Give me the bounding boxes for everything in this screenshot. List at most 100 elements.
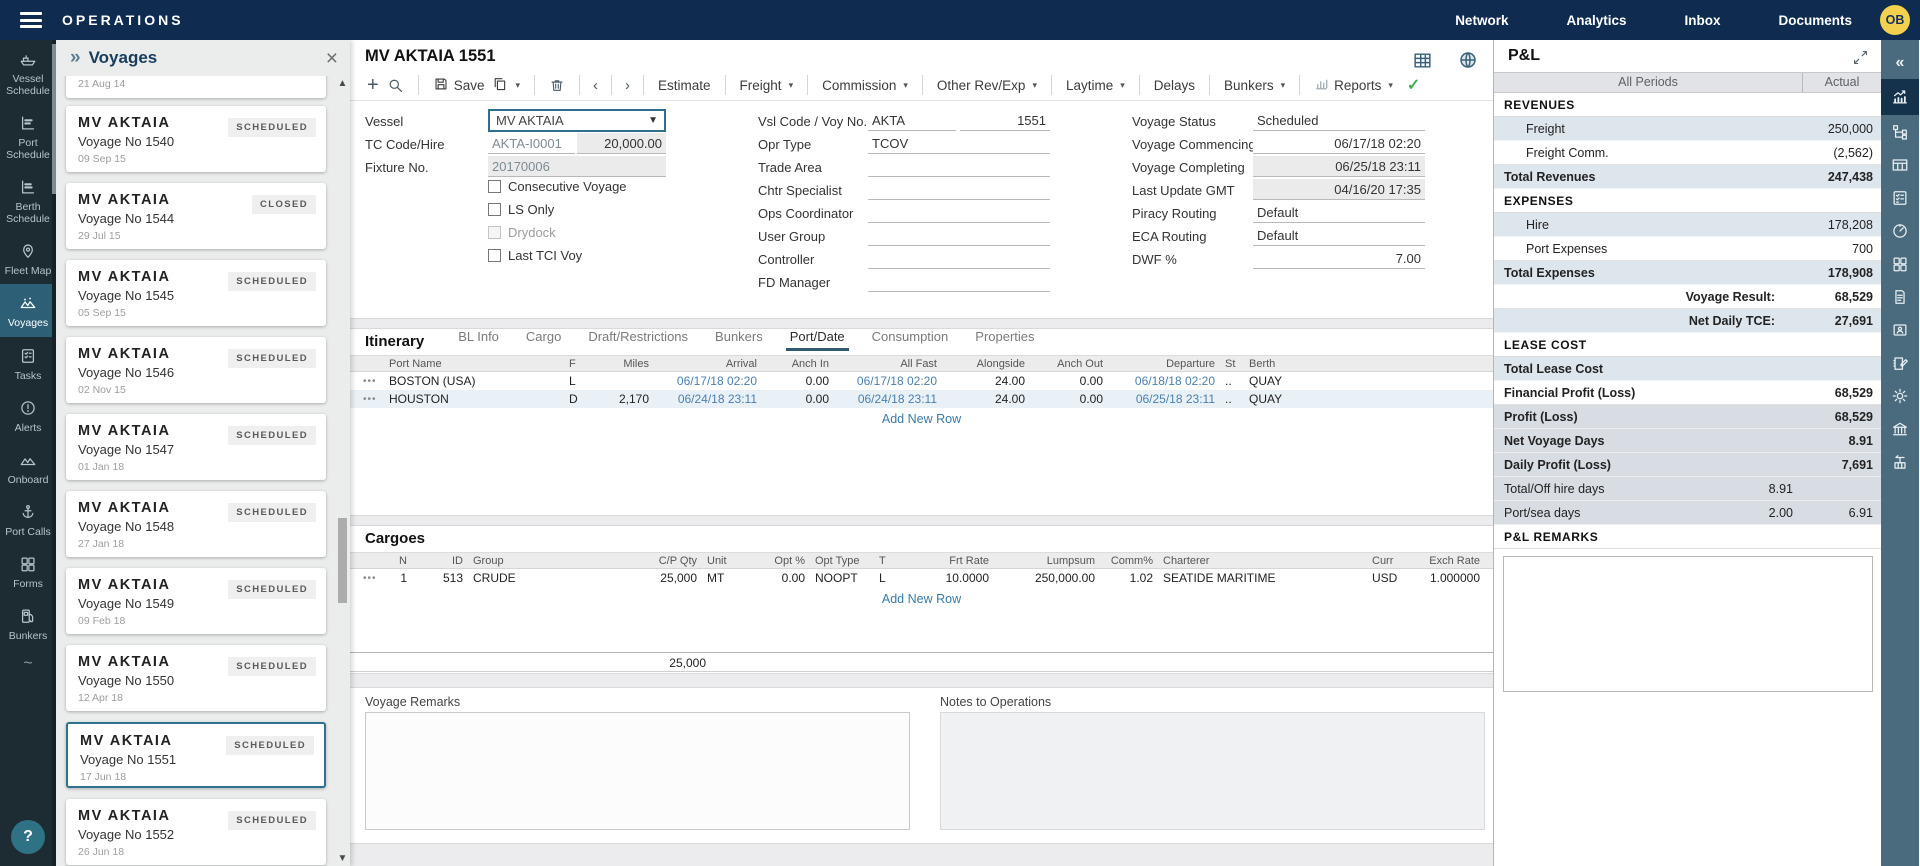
checkbox-last-tci-voy[interactable]: Last TCI Voy bbox=[488, 248, 582, 263]
cell-lumpsum[interactable]: 250,000.00 bbox=[994, 571, 1100, 585]
voyage-card[interactable]: MV AKTAIAVoyage No 154009 Sep 15SCHEDULE… bbox=[66, 106, 326, 172]
cargo-row[interactable]: •••1513CRUDE25,000MT0.00NOOPTL10.0000250… bbox=[350, 569, 1493, 587]
itinerary-add-row[interactable]: Add New Row bbox=[350, 408, 1493, 426]
pnl-column-header[interactable]: Actual bbox=[1803, 73, 1881, 92]
top-link-analytics[interactable]: Analytics bbox=[1566, 13, 1626, 28]
sidebar-item-vessel-schedule[interactable]: Vessel Schedule bbox=[0, 40, 56, 104]
expand-panel-icon[interactable]: » bbox=[70, 47, 81, 69]
cell-alongside[interactable]: 24.00 bbox=[942, 392, 1030, 406]
expand-icon[interactable] bbox=[1852, 49, 1869, 71]
gauge-icon[interactable] bbox=[1881, 214, 1919, 247]
form-field-opr-type[interactable]: TCOV bbox=[868, 133, 1050, 154]
bank-icon[interactable] bbox=[1881, 412, 1919, 445]
cell-st[interactable]: .. bbox=[1220, 374, 1244, 388]
cell-opt_pct[interactable]: 0.00 bbox=[752, 571, 810, 585]
cargoes-add-row[interactable]: Add New Row bbox=[350, 588, 1493, 606]
collapse-right-icon[interactable]: « bbox=[1881, 46, 1919, 79]
cell-port[interactable]: BOSTON (USA) bbox=[384, 374, 564, 388]
itinerary-row[interactable]: •••BOSTON (USA)L06/17/18 02:200.0006/17/… bbox=[350, 372, 1493, 390]
scroll-up-icon[interactable]: ▲ bbox=[336, 78, 349, 89]
previous-voyage-button[interactable]: ‹ bbox=[590, 77, 601, 94]
cell-f[interactable]: D bbox=[564, 392, 590, 406]
voyage-remarks-input[interactable] bbox=[365, 712, 910, 830]
sidebar-item-fleet-map[interactable]: Fleet Map bbox=[0, 232, 56, 284]
pnl-chart-icon[interactable] bbox=[1881, 79, 1919, 115]
pnl-remarks-input[interactable] bbox=[1503, 556, 1873, 692]
sidebar-item-berth-schedule[interactable]: Berth Schedule bbox=[0, 168, 56, 232]
cell-anch_in[interactable]: 0.00 bbox=[762, 392, 834, 406]
cell-alongside[interactable]: 24.00 bbox=[942, 374, 1030, 388]
sidebar-item-port-schedule[interactable]: Port Schedule bbox=[0, 104, 56, 168]
delays-button[interactable]: Delays bbox=[1154, 78, 1195, 93]
sidebar-item-port-calls[interactable]: Port Calls bbox=[0, 493, 56, 545]
commission-menu[interactable]: Commission▾ bbox=[822, 78, 908, 93]
tab-consumption[interactable]: Consumption bbox=[872, 329, 949, 350]
cell-opt_type[interactable]: NOOPT bbox=[810, 571, 874, 585]
cell-miles[interactable]: 2,170 bbox=[590, 392, 654, 406]
cell-frt_rate[interactable]: 10.0000 bbox=[910, 571, 994, 585]
voyage-card[interactable]: MV AKTAIAVoyage No 154602 Nov 15SCHEDULE… bbox=[66, 337, 326, 403]
close-icon[interactable]: × bbox=[326, 48, 338, 69]
forms-icon[interactable] bbox=[1881, 247, 1919, 280]
form-field-last-update-gmt[interactable]: 04/16/20 17:35 bbox=[1253, 179, 1425, 200]
cell-all_fast[interactable]: 06/24/18 23:11 bbox=[834, 392, 942, 406]
search-button[interactable] bbox=[387, 77, 404, 94]
sidebar-item-alerts[interactable]: Alerts bbox=[0, 389, 56, 441]
sidebar-item-onboard[interactable]: Onboard bbox=[0, 441, 56, 493]
add-button[interactable]: + bbox=[367, 74, 379, 97]
tab-cargo[interactable]: Cargo bbox=[526, 329, 561, 350]
voyage-card-partial[interactable]: 21 Aug 14 bbox=[66, 76, 326, 98]
form-field-controller[interactable] bbox=[868, 248, 1050, 269]
form-field-user-group[interactable] bbox=[868, 225, 1050, 246]
form-field-eca-routing[interactable]: Default bbox=[1253, 225, 1425, 246]
tab-bl-info[interactable]: BL Info bbox=[458, 329, 499, 350]
cell-arrival[interactable]: 06/24/18 23:11 bbox=[654, 392, 762, 406]
tab-bunkers[interactable]: Bunkers bbox=[715, 329, 763, 350]
tab-draft-restrictions[interactable]: Draft/Restrictions bbox=[588, 329, 688, 350]
voyage-card[interactable]: MV AKTAIAVoyage No 154701 Jan 18SCHEDULE… bbox=[66, 414, 326, 480]
itinerary-row[interactable]: •••HOUSTOND2,17006/24/18 23:110.0006/24/… bbox=[350, 390, 1493, 408]
menu-icon[interactable] bbox=[20, 12, 42, 28]
cell-anch_in[interactable]: 0.00 bbox=[762, 374, 834, 388]
tc-hire-field[interactable]: 20,000.00 bbox=[577, 133, 666, 154]
pnl-period-header[interactable]: All Periods bbox=[1494, 73, 1803, 92]
notes-to-operations-input[interactable] bbox=[940, 712, 1485, 830]
voyage-card[interactable]: MV AKTAIAVoyage No 155226 Jun 18SCHEDULE… bbox=[66, 799, 326, 865]
form-field-fd-manager[interactable] bbox=[868, 271, 1050, 292]
form-field-voyage-completing[interactable]: 06/25/18 23:11 bbox=[1253, 156, 1425, 177]
cell-curr[interactable]: USD bbox=[1367, 571, 1407, 585]
checkbox-ls-only[interactable]: LS Only bbox=[488, 202, 554, 217]
form-field-voyage-status[interactable]: Scheduled bbox=[1253, 110, 1425, 131]
cell-f[interactable]: L bbox=[564, 374, 590, 388]
document-icon[interactable] bbox=[1881, 280, 1919, 313]
cell-charterer[interactable]: SEATIDE MARITIME bbox=[1158, 571, 1367, 585]
row-menu-icon[interactable]: ••• bbox=[358, 376, 384, 387]
help-button[interactable]: ? bbox=[11, 820, 45, 854]
cell-id[interactable]: 513 bbox=[412, 571, 468, 585]
cell-berth[interactable]: QUAY bbox=[1244, 392, 1493, 406]
avatar[interactable]: OB bbox=[1880, 5, 1910, 35]
cell-qty[interactable]: 25,000 bbox=[618, 571, 702, 585]
voyage-card[interactable]: MV AKTAIAVoyage No 155012 Apr 18SCHEDULE… bbox=[66, 645, 326, 711]
copy-button[interactable]: ▾ bbox=[492, 76, 520, 95]
row-menu-icon[interactable]: ••• bbox=[358, 394, 384, 405]
voyage-card[interactable]: MV AKTAIAVoyage No 154429 Jul 15CLOSED bbox=[66, 183, 326, 249]
freight-menu[interactable]: Freight▾ bbox=[740, 78, 794, 93]
cell-port[interactable]: HOUSTON bbox=[384, 392, 564, 406]
cell-group[interactable]: CRUDE bbox=[468, 571, 618, 585]
voyage-card[interactable]: MV AKTAIAVoyage No 154505 Sep 15SCHEDULE… bbox=[66, 260, 326, 326]
voyage-card-selected[interactable]: MV AKTAIAVoyage No 155117 Jun 18SCHEDULE… bbox=[66, 722, 326, 788]
settings-icon[interactable] bbox=[1881, 379, 1919, 412]
scroll-down-icon[interactable]: ▼ bbox=[336, 853, 349, 864]
form-field-ops-coordinator[interactable] bbox=[868, 202, 1050, 223]
form-field-voyage-commencing[interactable]: 06/17/18 02:20 bbox=[1253, 133, 1425, 154]
contact-card-icon[interactable] bbox=[1881, 313, 1919, 346]
other-rev-exp-menu[interactable]: Other Rev/Exp▾ bbox=[937, 78, 1037, 93]
cell-comm[interactable]: 1.02 bbox=[1100, 571, 1158, 585]
hierarchy-icon[interactable] bbox=[1881, 115, 1919, 148]
checkbox-consecutive-voyage[interactable]: Consecutive Voyage bbox=[488, 179, 627, 194]
sidebar-item-voyages[interactable]: Voyages bbox=[0, 284, 56, 336]
delete-button[interactable] bbox=[549, 77, 565, 93]
fixture-no-field[interactable]: 20170006 bbox=[488, 156, 666, 177]
voyages-scrollbar[interactable]: ▲ ▼ bbox=[336, 78, 349, 864]
